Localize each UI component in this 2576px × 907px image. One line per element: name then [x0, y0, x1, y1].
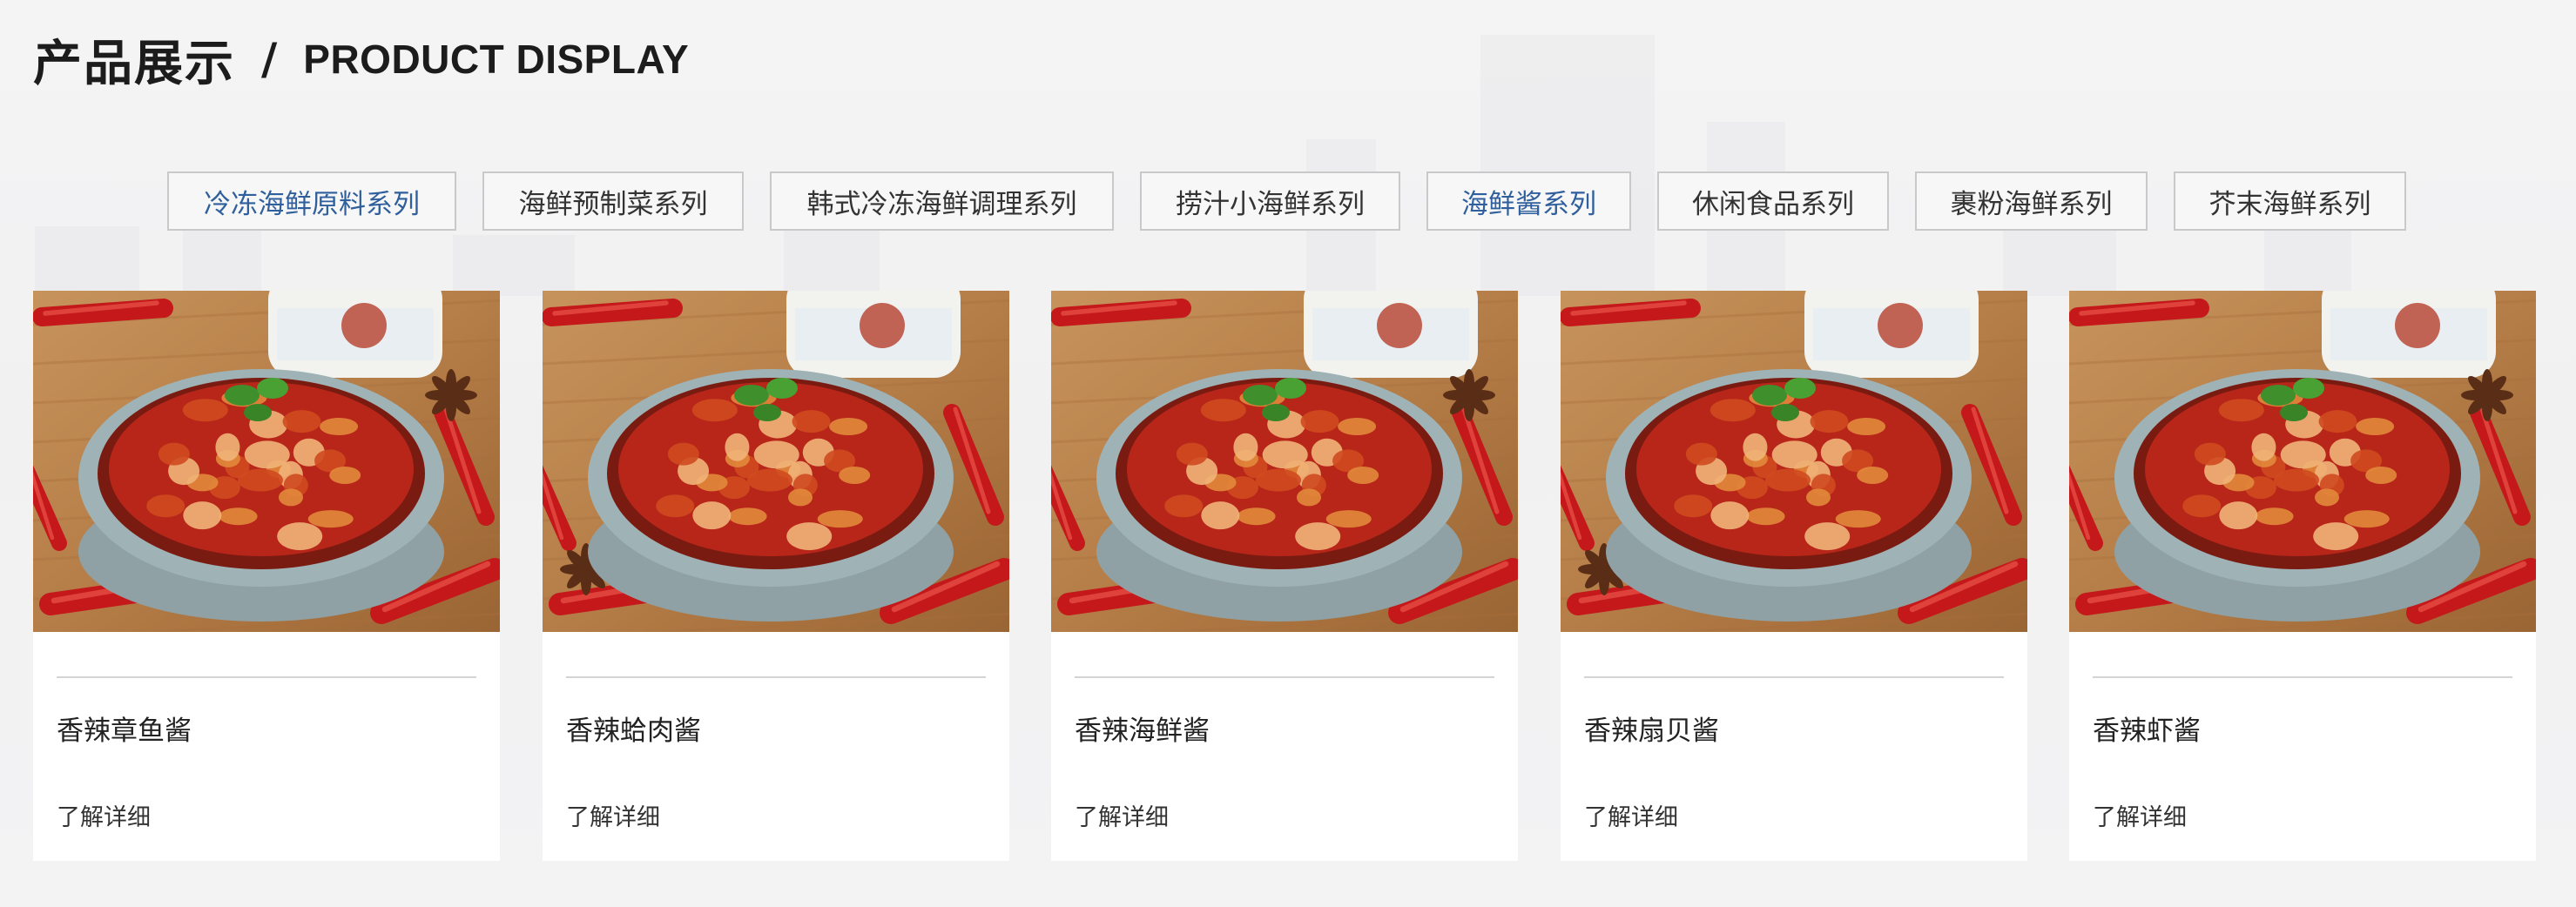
product-photo-illustration — [2069, 291, 2536, 632]
product-image[interactable] — [2069, 291, 2536, 632]
tab-breaded-seafood[interactable]: 裹粉海鲜系列 — [1915, 171, 2148, 231]
learn-more-link[interactable]: 了解详细 — [1584, 798, 1678, 832]
tab-seafood-sauce[interactable]: 海鲜酱系列 — [1426, 171, 1631, 231]
learn-more-link[interactable]: 了解详细 — [2093, 798, 2187, 832]
tab-snack[interactable]: 休闲食品系列 — [1657, 171, 1889, 231]
card-divider — [57, 676, 476, 678]
card-divider — [1584, 676, 2004, 678]
card-divider — [2093, 676, 2512, 678]
tab-wasabi-seafood[interactable]: 芥末海鲜系列 — [2174, 171, 2406, 231]
product-name: 香辣海鲜酱 — [1075, 716, 1210, 747]
product-photo-illustration — [1051, 291, 1518, 632]
title-chinese: 产品展示 — [33, 35, 235, 92]
product-card[interactable]: 香辣虾酱 了解详细 — [2069, 291, 2536, 861]
product-card[interactable]: 香辣蛤肉酱 了解详细 — [543, 291, 1009, 861]
product-image[interactable] — [1561, 291, 2027, 632]
product-name: 香辣扇贝酱 — [1584, 716, 1719, 747]
tab-frozen-seafood[interactable]: 冷冻海鲜原料系列 — [167, 171, 456, 231]
product-card[interactable]: 香辣扇贝酱 了解详细 — [1561, 291, 2027, 861]
product-photo-illustration — [33, 291, 500, 632]
learn-more-link[interactable]: 了解详细 — [57, 798, 151, 832]
section-title: 产品展示 / PRODUCT DISPLAY — [33, 24, 689, 94]
learn-more-link[interactable]: 了解详细 — [1075, 798, 1169, 832]
tab-marinated-seafood[interactable]: 捞汁小海鲜系列 — [1140, 171, 1400, 231]
product-name: 香辣章鱼酱 — [57, 716, 192, 747]
product-image[interactable] — [33, 291, 500, 632]
product-image[interactable] — [1051, 291, 1518, 632]
learn-more-link[interactable]: 了解详细 — [566, 798, 660, 832]
card-divider — [1075, 676, 1494, 678]
product-name: 香辣虾酱 — [2093, 716, 2201, 747]
product-card[interactable]: 香辣海鲜酱 了解详细 — [1051, 291, 1518, 861]
title-separator: / — [261, 34, 278, 84]
product-photo-illustration — [543, 291, 1009, 632]
product-photo-illustration — [1561, 291, 2027, 632]
card-divider — [566, 676, 986, 678]
tab-seafood-prepared[interactable]: 海鲜预制菜系列 — [482, 171, 744, 231]
product-image[interactable] — [543, 291, 1009, 632]
product-card[interactable]: 香辣章鱼酱 了解详细 — [33, 291, 500, 861]
category-tabs: 冷冻海鲜原料系列 海鲜预制菜系列 韩式冷冻海鲜调理系列 捞汁小海鲜系列 海鲜酱系… — [0, 171, 2576, 232]
tab-korean-seafood[interactable]: 韩式冷冻海鲜调理系列 — [770, 171, 1114, 231]
product-name: 香辣蛤肉酱 — [566, 716, 701, 747]
title-english: PRODUCT DISPLAY — [303, 37, 690, 82]
